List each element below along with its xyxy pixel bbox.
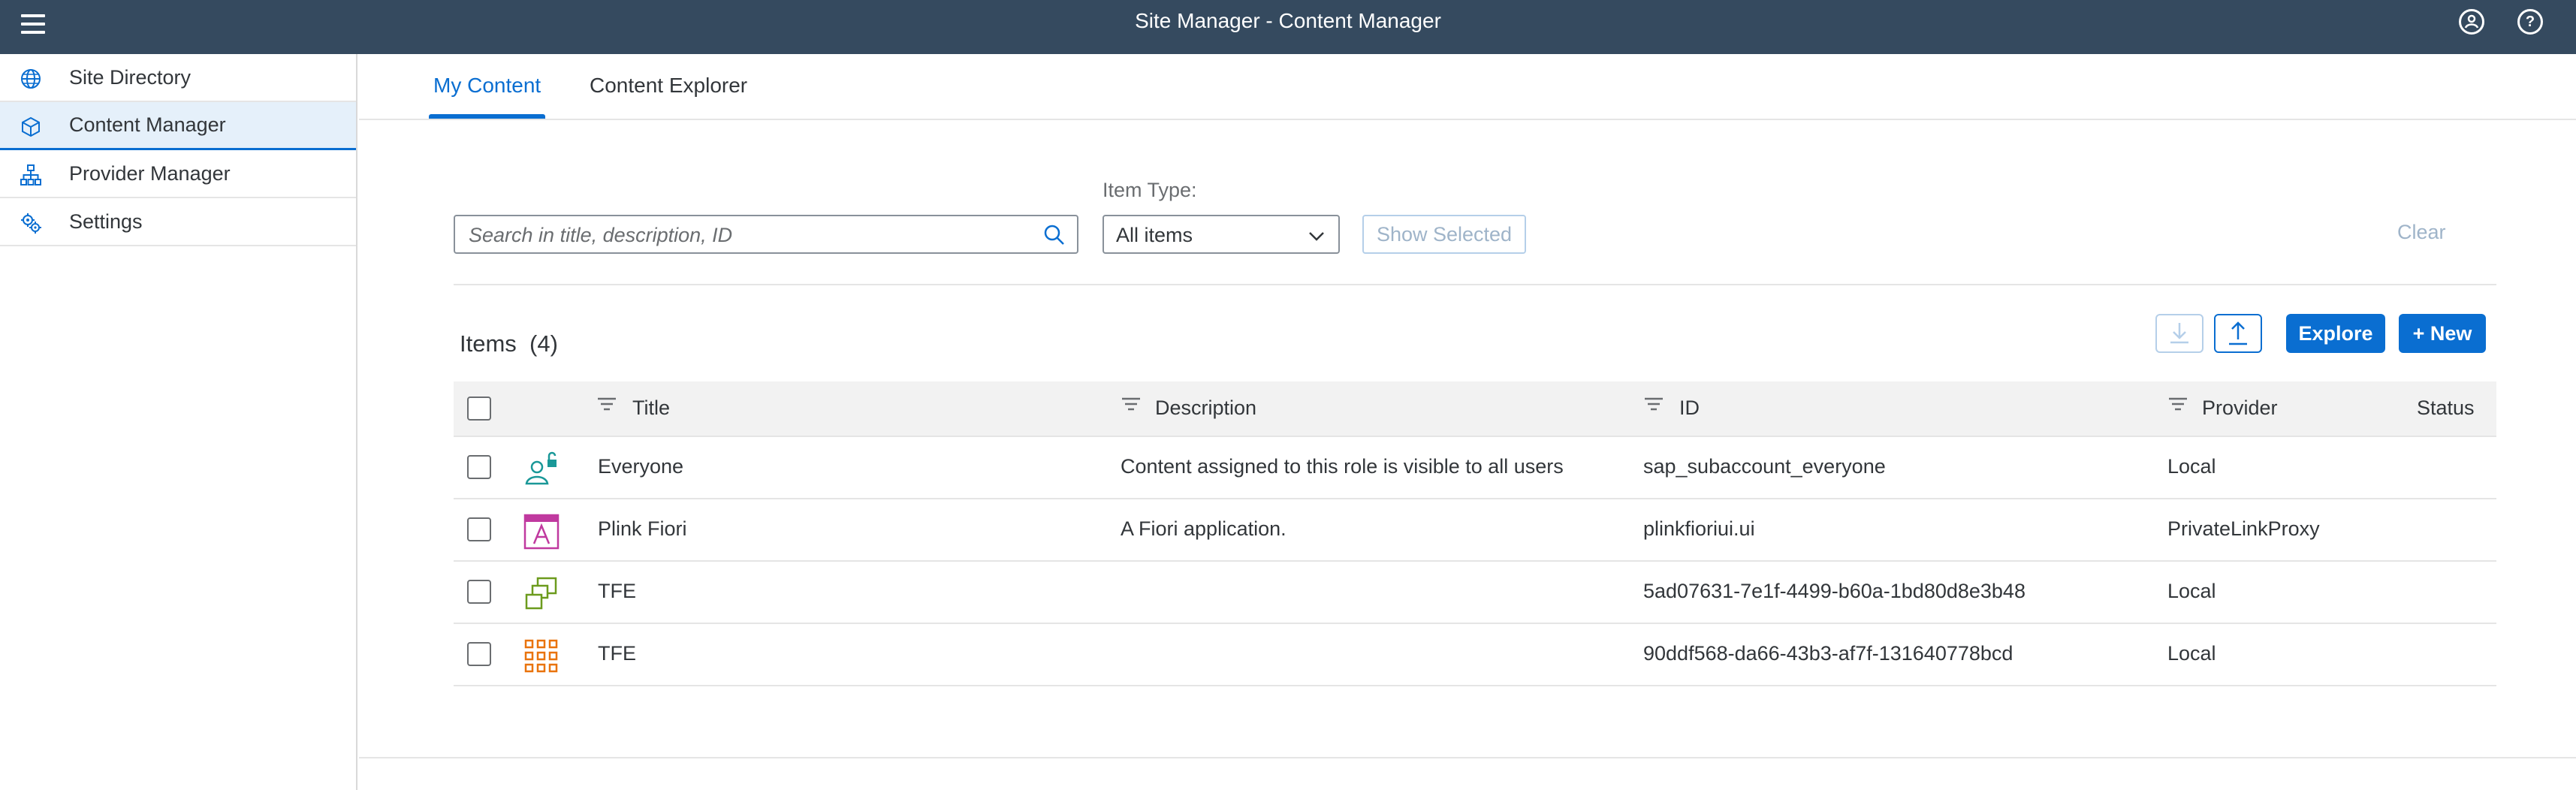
catalog-grid-icon <box>524 639 558 673</box>
row-checkbox[interactable] <box>467 455 491 479</box>
group-copy-icon <box>525 577 557 610</box>
table-header: Title Description ID Provider Status <box>454 381 2496 437</box>
tab-my-content[interactable]: My Content <box>433 74 541 120</box>
sidebar-item-label: Content Manager <box>69 113 226 136</box>
column-header-provider[interactable]: Provider <box>2202 397 2278 420</box>
item-type-label: Item Type: <box>1102 179 1197 201</box>
app-title: Site Manager - Content Manager <box>1135 9 1441 32</box>
table-row[interactable]: TFE 5ad07631-7e1f-4499-b60a-1bd80d8e3b48… <box>454 562 2496 624</box>
footer-divider <box>359 757 2576 758</box>
cell-id: 5ad07631-7e1f-4499-b60a-1bd80d8e3b48 <box>1643 580 2026 602</box>
role-unlock-icon <box>525 451 557 485</box>
item-type-value: All items <box>1116 224 1193 246</box>
cell-title: Plink Fiori <box>598 517 687 540</box>
cell-description: Content assigned to this role is visible… <box>1121 455 1564 478</box>
show-selected-button[interactable]: Show Selected <box>1362 215 1526 254</box>
new-button[interactable]: + New <box>2399 314 2486 353</box>
table-row[interactable]: Everyone Content assigned to this role i… <box>454 437 2496 499</box>
sidebar-item-settings[interactable]: Settings <box>0 198 356 246</box>
row-checkbox[interactable] <box>467 517 491 541</box>
shell-bar: Site Manager - Content Manager ? <box>0 0 2576 54</box>
sidebar-item-label: Provider Manager <box>69 161 231 185</box>
cube-icon <box>22 116 40 137</box>
cell-title: TFE <box>598 580 636 602</box>
filter-sort-icon[interactable] <box>1643 395 1664 415</box>
column-header-title[interactable]: Title <box>632 397 670 420</box>
search-input[interactable] <box>469 224 994 246</box>
column-header-id[interactable]: ID <box>1679 397 1700 420</box>
search-icon[interactable] <box>1041 222 1068 248</box>
tab-active-indicator <box>429 114 545 119</box>
globe-icon <box>21 69 41 89</box>
upload-button[interactable] <box>2214 314 2262 353</box>
sidebar-item-label: Settings <box>69 210 143 233</box>
search-field <box>454 215 1078 254</box>
cell-id: 90ddf568-da66-43b3-af7f-131640778bcd <box>1643 642 2013 665</box>
help-icon[interactable]: ? <box>2517 9 2543 35</box>
gears-icon <box>21 213 41 234</box>
cell-title: Everyone <box>598 455 684 478</box>
sidebar-item-content-manager[interactable]: Content Manager <box>0 102 356 150</box>
explore-button[interactable]: Explore <box>2286 314 2385 353</box>
user-glyph <box>2464 14 2479 29</box>
cell-provider: Local <box>2167 642 2216 665</box>
download-button[interactable] <box>2155 314 2203 353</box>
column-header-status[interactable]: Status <box>2417 397 2475 420</box>
cell-id: sap_subaccount_everyone <box>1643 455 1886 478</box>
sidebar-item-label: Site Directory <box>69 65 192 89</box>
row-checkbox[interactable] <box>467 580 491 604</box>
cell-title: TFE <box>598 642 636 665</box>
items-count-title: Items (4) <box>460 330 558 357</box>
hierarchy-icon <box>20 164 41 185</box>
filter-sort-icon[interactable] <box>2167 395 2188 415</box>
filter-sort-icon[interactable] <box>1121 395 1142 415</box>
help-glyph: ? <box>2525 13 2535 30</box>
column-header-description[interactable]: Description <box>1155 397 1256 420</box>
chevron-down-icon <box>1309 232 1324 241</box>
cell-provider: PrivateLinkProxy <box>2167 517 2320 540</box>
download-icon <box>2170 323 2188 344</box>
sidebar: Site Directory Content Manager Provider … <box>0 54 357 790</box>
select-all-checkbox[interactable] <box>467 397 491 421</box>
clear-button[interactable]: Clear <box>2397 221 2446 244</box>
items-table: Title Description ID Provider Status Eve… <box>454 381 2496 686</box>
cell-provider: Local <box>2167 580 2216 602</box>
table-row[interactable]: TFE 90ddf568-da66-43b3-af7f-131640778bcd… <box>454 624 2496 686</box>
item-type-select[interactable]: All items <box>1102 215 1340 254</box>
tab-content-explorer[interactable]: Content Explorer <box>590 74 747 120</box>
cell-provider: Local <box>2167 455 2216 478</box>
sidebar-item-provider-manager[interactable]: Provider Manager <box>0 150 356 198</box>
filter-sort-icon[interactable] <box>596 395 617 415</box>
upload-icon <box>2229 321 2247 345</box>
cell-description: A Fiori application. <box>1121 517 1286 540</box>
row-checkbox[interactable] <box>467 642 491 666</box>
tab-bar: My Content Content Explorer <box>359 54 2576 120</box>
user-icon[interactable] <box>2459 9 2484 35</box>
cell-id: plinkfioriui.ui <box>1643 517 1755 540</box>
table-row[interactable]: Plink Fiori A Fiori application. plinkfi… <box>454 499 2496 562</box>
app-a-icon <box>523 514 560 550</box>
divider <box>454 284 2496 285</box>
sidebar-item-site-directory[interactable]: Site Directory <box>0 54 356 102</box>
